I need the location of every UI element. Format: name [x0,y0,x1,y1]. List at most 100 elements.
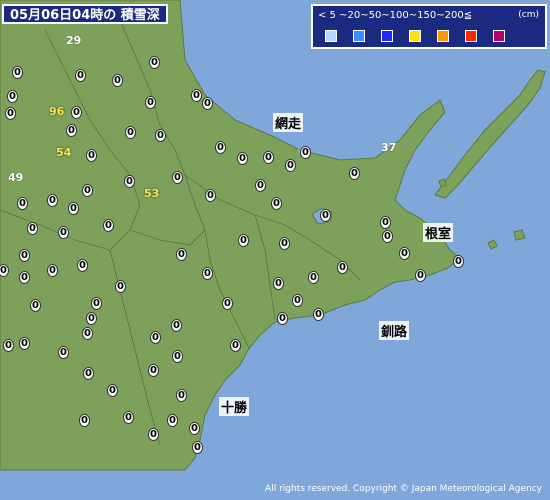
snow-depth-marker: 0 [86,149,97,162]
snow-depth-marker: 0 [17,197,28,210]
legend-swatch [381,30,393,42]
legend: < 5 ~20~50~100~150~200≦ (cm) [311,4,547,49]
snow-depth-marker: 0 [263,151,274,164]
snow-depth-marker: 0 [68,202,79,215]
snow-depth-marker: 0 [202,97,213,110]
snow-depth-marker: 0 [148,428,159,441]
snow-depth-marker: 0 [19,271,30,284]
snow-depth-marker: 0 [202,267,213,280]
small-island [438,178,447,188]
snow-depth-marker: 0 [172,171,183,184]
snow-depth-marker: 0 [19,337,30,350]
snow-depth-marker: 0 [189,422,200,435]
snow-depth-marker: 0 [79,414,90,427]
snow-depth-marker: 0 [75,69,86,82]
legend-swatch [465,30,477,42]
snow-depth-marker: 0 [112,74,123,87]
snow-depth-marker: 0 [237,152,248,165]
legend-swatch [353,30,365,42]
snow-depth-marker: 0 [171,319,182,332]
snow-depth-marker: 0 [47,194,58,207]
snow-depth-marker: 0 [337,261,348,274]
snow-depth-marker: 0 [107,384,118,397]
snow-depth-marker: 0 [271,197,282,210]
route-number: 29 [66,34,82,47]
snow-depth-marker: 0 [3,339,14,352]
snow-depth-marker: 0 [150,331,161,344]
snow-depth-map: 0 0 0 0 0 0 0 0 0 0 0 0 0 0 0 0 0 0 0 0 … [0,0,550,500]
snow-depth-marker: 0 [82,184,93,197]
snow-depth-marker: 0 [27,222,38,235]
map-title: 05月06日04時の 積雪深 [2,4,168,24]
snow-depth-marker: 0 [191,89,202,102]
copyright-notice: All rights reserved. Copyright © Japan M… [265,484,542,494]
snow-depth-marker: 0 [12,66,23,79]
snow-depth-marker: 0 [349,167,360,180]
legend-swatch [409,30,421,42]
snow-depth-marker: 0 [273,277,284,290]
snow-depth-marker: 0 [115,280,126,293]
route-number: 37 [381,141,397,154]
snow-depth-marker: 0 [279,237,290,250]
snow-depth-marker: 0 [382,230,393,243]
snow-depth-marker: 0 [176,389,187,402]
snow-depth-marker: 0 [58,346,69,359]
snow-depth-marker: 0 [86,312,97,325]
snow-depth-marker: 0 [277,312,288,325]
place-label-tokachi: 十勝 [219,397,250,416]
snow-depth-marker: 0 [300,146,311,159]
legend-unit: (cm) [518,10,539,20]
snow-depth-marker: 0 [176,248,187,261]
snow-depth-marker: 0 [5,107,16,120]
snow-depth-marker: 0 [30,299,41,312]
route-number: 49 [8,171,24,184]
snow-depth-marker: 0 [66,124,77,137]
snow-depth-marker: 0 [205,189,216,202]
snow-depth-marker: 0 [167,414,178,427]
snow-depth-marker: 0 [222,297,233,310]
place-label-abashiri: 網走 [273,113,304,132]
snow-depth-marker: 0 [103,219,114,232]
snow-depth-marker: 0 [47,264,58,277]
kunashiri-island [434,69,546,199]
legend-range-text: < 5 ~20~50~100~150~200≦ [318,10,473,21]
snow-depth-marker: 0 [91,297,102,310]
snow-value-label: 96 [49,105,65,118]
snow-depth-marker: 0 [145,96,156,109]
snow-depth-marker: 0 [123,411,134,424]
snow-depth-marker: 0 [124,175,135,188]
snow-depth-marker: 0 [453,255,464,268]
snow-depth-marker: 0 [58,226,69,239]
snow-depth-marker: 0 [292,294,303,307]
small-island [487,239,498,250]
snow-depth-marker: 0 [155,129,166,142]
legend-swatch [493,30,505,42]
place-label-nemuro: 根室 [423,223,454,242]
small-island [513,229,526,241]
snow-depth-marker: 0 [7,90,18,103]
snow-depth-marker: 0 [192,441,203,454]
snow-depth-marker: 0 [255,179,266,192]
snow-depth-marker: 0 [19,249,30,262]
snow-depth-marker: 0 [399,247,410,260]
snow-depth-marker: 0 [415,269,426,282]
place-label-kushiro: 釧路 [379,321,410,340]
snow-depth-marker: 0 [172,350,183,363]
snow-depth-marker: 0 [285,159,296,172]
snow-depth-marker: 0 [83,367,94,380]
legend-swatch [325,30,337,42]
snow-value-label: 54 [56,146,72,159]
snow-depth-marker: 0 [313,308,324,321]
snow-depth-marker: 0 [149,56,160,69]
snow-depth-marker: 0 [320,209,331,222]
snow-depth-marker: 0 [148,364,159,377]
snow-depth-marker: 0 [71,106,82,119]
snow-depth-marker: 0 [125,126,136,139]
snow-depth-marker: 0 [238,234,249,247]
legend-swatch [437,30,449,42]
snow-depth-marker: 0 [380,216,391,229]
snow-depth-marker: 0 [230,339,241,352]
snow-depth-marker: 0 [77,259,88,272]
snow-value-label: 53 [144,187,160,200]
snow-depth-marker: 0 [82,327,93,340]
